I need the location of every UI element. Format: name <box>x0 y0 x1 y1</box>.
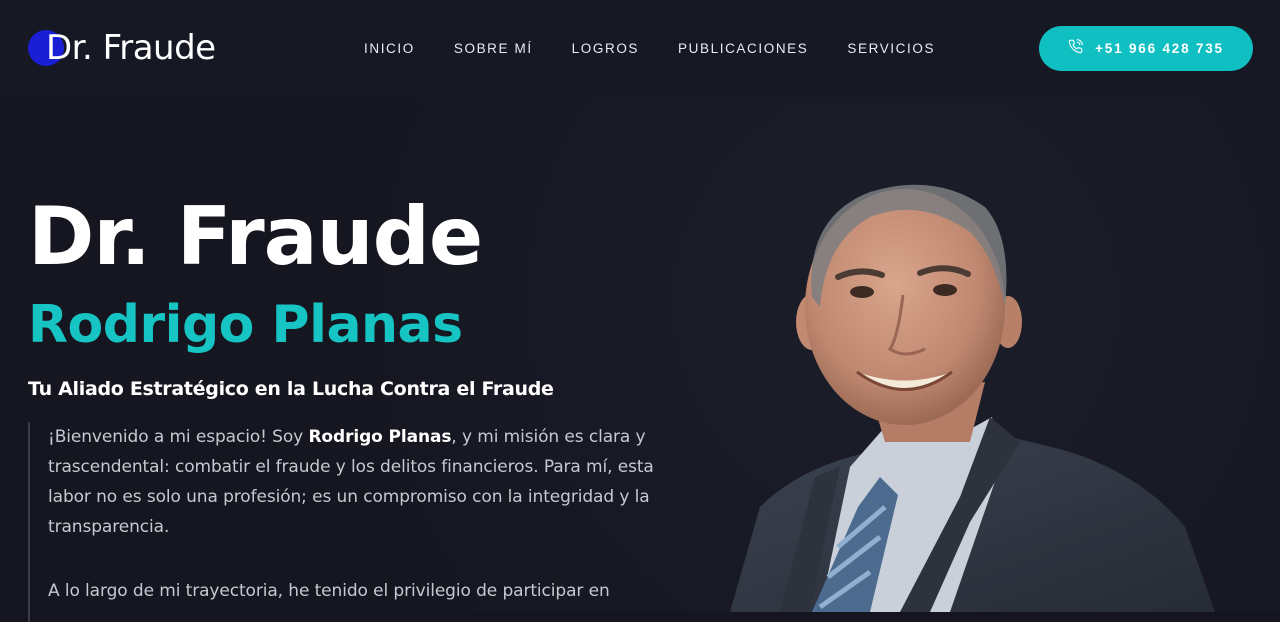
intro-paragraph-1: ¡Bienvenido a mi espacio! Soy Rodrigo Pl… <box>48 422 668 542</box>
hero-section: Dr. Fraude Rodrigo Planas Tu Aliado Estr… <box>0 97 1280 622</box>
intro-quote: ¡Bienvenido a mi espacio! Soy Rodrigo Pl… <box>28 422 668 622</box>
hero-name: Rodrigo Planas <box>28 295 463 355</box>
phone-number: +51 966 428 735 <box>1095 41 1224 56</box>
nav-item-logros[interactable]: LOGROS <box>572 38 639 60</box>
nav-item-sobre-mi[interactable]: SOBRE MÍ <box>454 38 533 60</box>
logo-text: Dr. Fraude <box>46 28 216 68</box>
hero-title: Dr. Fraude <box>28 190 483 283</box>
nav-item-servicios[interactable]: SERVICIOS <box>847 38 935 60</box>
site-logo[interactable]: Dr. Fraude <box>28 26 248 70</box>
intro-name-bold: Rodrigo Planas <box>308 427 452 447</box>
main-nav: INICIO SOBRE MÍ LOGROS PUBLICACIONES SER… <box>364 38 935 60</box>
site-header: Dr. Fraude INICIO SOBRE MÍ LOGROS PUBLIC… <box>0 0 1280 97</box>
hero-tagline: Tu Aliado Estratégico en la Lucha Contra… <box>28 378 554 400</box>
intro-paragraph-2: A lo largo de mi trayectoria, he tenido … <box>48 581 610 601</box>
phone-button[interactable]: +51 966 428 735 <box>1039 26 1253 71</box>
intro-text-before: ¡Bienvenido a mi espacio! Soy <box>48 427 309 447</box>
portrait-image <box>720 177 1220 612</box>
phone-icon <box>1068 39 1084 58</box>
nav-item-inicio[interactable]: INICIO <box>364 38 415 60</box>
nav-item-publicaciones[interactable]: PUBLICACIONES <box>678 38 808 60</box>
